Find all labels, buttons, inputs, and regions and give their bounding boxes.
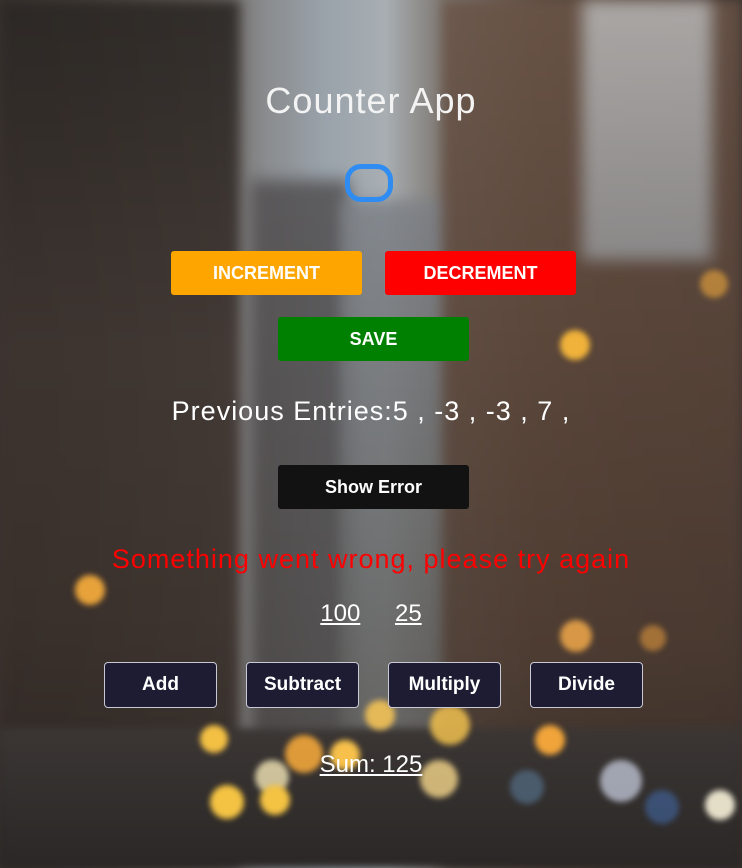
multiply-button[interactable]: Multiply — [388, 662, 501, 708]
divide-button[interactable]: Divide — [530, 662, 643, 708]
counter-display — [345, 164, 393, 202]
counter-app: Counter App INCREMENT DECREMENT SAVE Pre… — [0, 0, 742, 868]
operands: 100 25 — [0, 600, 742, 628]
decrement-button[interactable]: DECREMENT — [385, 251, 576, 295]
add-button[interactable]: Add — [104, 662, 217, 708]
subtract-button[interactable]: Subtract — [246, 662, 359, 708]
page-title: Counter App — [265, 80, 477, 121]
error-message: Something went wrong, please try again — [111, 544, 631, 574]
increment-button[interactable]: INCREMENT — [171, 251, 362, 295]
previous-entries: Previous Entries:5 , -3 , -3 , 7 , — [171, 396, 571, 426]
result-text: Sum: 125 — [319, 751, 423, 778]
save-button[interactable]: SAVE — [278, 317, 469, 361]
operand-first: 100 — [320, 600, 361, 627]
show-error-button[interactable]: Show Error — [278, 465, 469, 509]
operand-second: 25 — [395, 600, 422, 627]
